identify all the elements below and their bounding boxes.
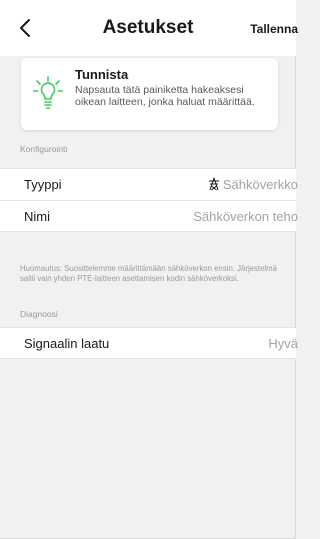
configuration-note: Huomautus: Suosittelemme määrittämään sä…: [20, 264, 277, 283]
power-pylon-icon: [208, 177, 219, 191]
type-row[interactable]: Tyyppi Sähköverkko: [0, 168, 298, 200]
signal-quality-row: Signaalin laatu Hyvä: [0, 327, 298, 359]
diagnostics-section-label: Diagnoosi: [20, 309, 58, 319]
lightbulb-icon: [33, 76, 63, 109]
name-label: Nimi: [24, 209, 50, 224]
identify-title: Tunnista: [75, 67, 129, 82]
type-value: Sähköverkko: [222, 177, 298, 192]
configuration-section-label: Konfigurointi: [20, 144, 68, 154]
save-button[interactable]: Tallenna: [250, 22, 298, 36]
identify-card[interactable]: Tunnista Napsauta tätä painiketta hakeak…: [21, 58, 278, 130]
name-input[interactable]: Sähköverkon teho: [193, 209, 298, 224]
signal-quality-label: Signaalin laatu: [24, 336, 110, 351]
type-label: Tyyppi: [24, 177, 62, 192]
app-header: Asetukset Tallenna: [0, 0, 298, 56]
signal-quality-value: Hyvä: [268, 336, 298, 351]
name-row[interactable]: Nimi Sähköverkon teho: [0, 200, 298, 232]
type-value-container: Sähköverkko: [208, 177, 298, 192]
identify-description: Napsauta tätä painiketta hakeaksesi oike…: [75, 84, 255, 108]
